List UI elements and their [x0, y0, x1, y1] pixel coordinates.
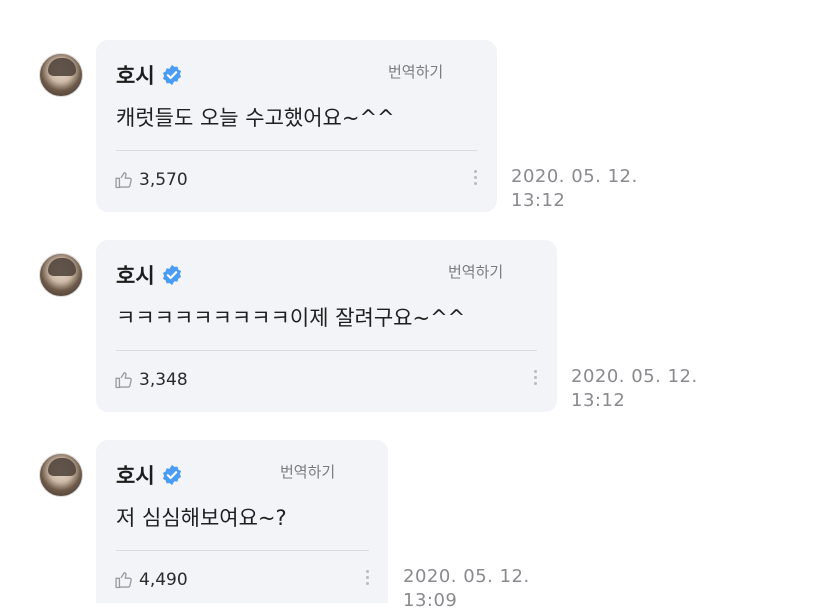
author-name: 호시 — [116, 460, 183, 490]
author-label: 호시 — [116, 264, 155, 288]
timestamp-date: 2020. 05. 12. — [571, 366, 698, 387]
comment-text: 저 심심해보여요~? — [116, 506, 287, 530]
like-count: 3,348 — [139, 370, 188, 390]
thumbs-up-icon — [115, 172, 132, 189]
like-count: 4,490 — [139, 570, 188, 590]
translate-button[interactable]: 번역하기 — [280, 461, 335, 482]
avatar[interactable] — [39, 453, 83, 497]
comment-bubble: 호시 번역하기 캐럿들도 오늘 수고했어요~^^ 3,570 — [96, 40, 497, 212]
timestamp-time: 13:12 — [571, 390, 626, 411]
more-vertical-icon[interactable] — [472, 170, 478, 190]
author-label: 호시 — [116, 64, 155, 88]
verified-badge-icon — [162, 464, 181, 486]
timestamp-date: 2020. 05. 12. — [403, 566, 530, 587]
like-button[interactable]: 3,348 — [114, 370, 188, 390]
timestamp: 2020. 05. 12. 13:12 — [571, 365, 698, 413]
comment-bubble: 호시 번역하기 ㅋㅋㅋㅋㅋㅋㅋㅋㅋ이제 잘려구요~^^ 3,348 — [96, 240, 557, 412]
comment-bubble: 호시 번역하기 저 심심해보여요~? 4,490 — [96, 440, 388, 603]
divider — [116, 150, 477, 151]
author-name: 호시 — [116, 260, 183, 290]
avatar[interactable] — [39, 253, 83, 297]
like-count: 3,570 — [139, 170, 188, 190]
comment-text: 캐럿들도 오늘 수고했어요~^^ — [116, 106, 395, 130]
author-label: 호시 — [116, 464, 155, 488]
timestamp: 2020. 05. 12. 13:12 — [511, 165, 638, 213]
divider — [116, 350, 537, 351]
author-name: 호시 — [116, 60, 183, 90]
divider — [116, 550, 369, 551]
comment-text: ㅋㅋㅋㅋㅋㅋㅋㅋㅋ이제 잘려구요~^^ — [116, 306, 466, 330]
translate-button[interactable]: 번역하기 — [448, 261, 503, 282]
verified-badge-icon — [162, 264, 181, 286]
verified-badge-icon — [162, 64, 181, 86]
like-button[interactable]: 3,570 — [114, 170, 188, 190]
thumbs-up-icon — [115, 572, 132, 589]
like-button[interactable]: 4,490 — [114, 570, 188, 590]
thumbs-up-icon — [115, 372, 132, 389]
timestamp-time: 13:12 — [511, 190, 566, 211]
timestamp-date: 2020. 05. 12. — [511, 166, 638, 187]
timestamp-time: 13:09 — [403, 590, 458, 611]
more-vertical-icon[interactable] — [364, 570, 370, 590]
more-vertical-icon[interactable] — [532, 370, 538, 390]
timestamp: 2020. 05. 12. 13:09 — [403, 565, 530, 613]
avatar[interactable] — [39, 53, 83, 97]
translate-button[interactable]: 번역하기 — [388, 61, 443, 82]
